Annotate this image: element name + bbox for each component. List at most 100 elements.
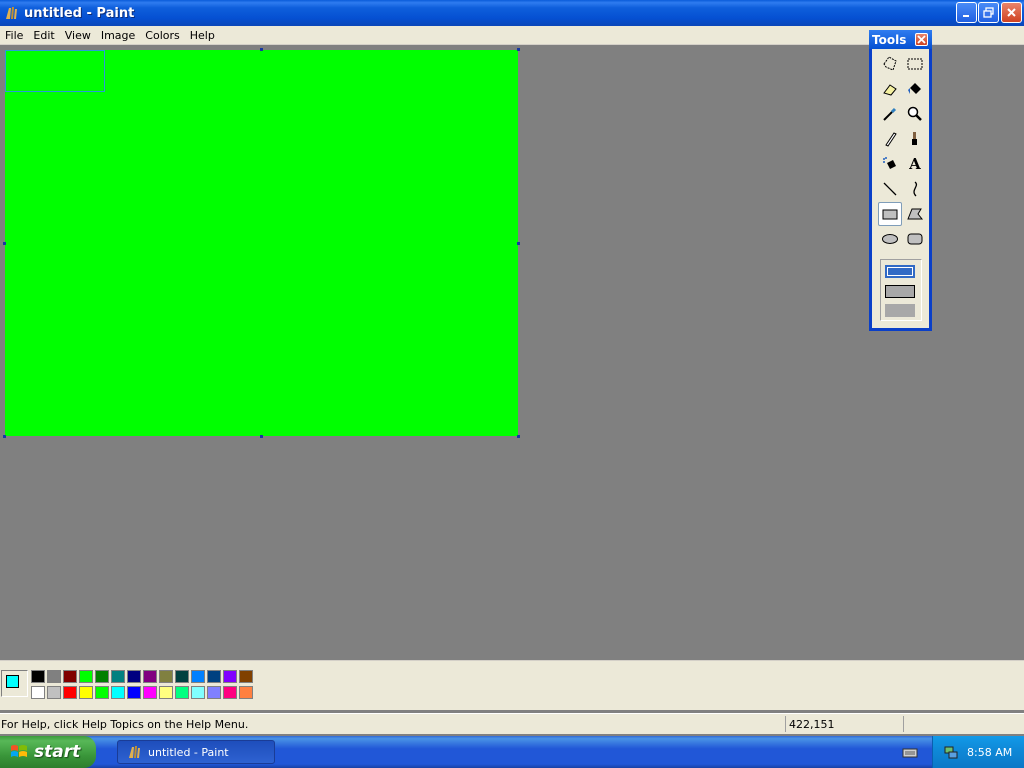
menu-image[interactable]: Image — [96, 29, 140, 42]
clock[interactable]: 8:58 AM — [967, 746, 1012, 759]
palette-swatch[interactable] — [223, 670, 237, 683]
free-form-select-tool[interactable] — [878, 52, 902, 76]
drawing-canvas[interactable] — [5, 50, 518, 436]
polygon-tool[interactable] — [903, 202, 927, 226]
status-divider — [785, 716, 786, 732]
palette-swatch[interactable] — [31, 686, 45, 699]
ellipse-tool[interactable] — [878, 227, 902, 251]
palette-swatch[interactable] — [159, 670, 173, 683]
drawn-rectangle — [5, 50, 105, 92]
menu-view[interactable]: View — [60, 29, 96, 42]
menu-edit[interactable]: Edit — [28, 29, 59, 42]
palette-swatch[interactable] — [47, 686, 61, 699]
resize-handle-right[interactable] — [517, 242, 520, 245]
resize-handle-right-top[interactable] — [517, 48, 520, 51]
taskbar-item-label: untitled - Paint — [148, 745, 229, 759]
select-icon — [907, 58, 923, 70]
keyboard-tray-icon[interactable] — [900, 744, 920, 760]
text-icon: A — [909, 155, 921, 173]
fill-icon — [908, 83, 921, 94]
airbrush-tool[interactable] — [878, 152, 902, 176]
status-help-text: For Help, click Help Topics on the Help … — [1, 718, 249, 731]
brush-tool[interactable] — [903, 127, 927, 151]
menu-colors[interactable]: Colors — [140, 29, 184, 42]
palette-swatch[interactable] — [207, 670, 221, 683]
pick-color-icon — [883, 107, 897, 121]
palette-swatch[interactable] — [79, 670, 93, 683]
rounded-rectangle-tool[interactable] — [903, 227, 927, 251]
palette-swatch[interactable] — [47, 670, 61, 683]
resize-handle-bottom[interactable] — [260, 435, 263, 438]
status-bar: For Help, click Help Topics on the Help … — [0, 713, 1024, 734]
palette-swatch[interactable] — [207, 686, 221, 699]
palette-swatch[interactable] — [143, 686, 157, 699]
palette-swatch[interactable] — [223, 686, 237, 699]
system-tray: 8:58 AM — [932, 736, 1024, 768]
tools-title-bar[interactable]: Tools — [869, 30, 932, 49]
start-button[interactable]: start — [0, 736, 96, 768]
minimize-icon — [963, 15, 969, 17]
palette-swatch[interactable] — [63, 686, 77, 699]
rectangle-tool[interactable] — [878, 202, 902, 226]
resize-handle-bottom-left[interactable] — [3, 435, 6, 438]
start-label: start — [34, 742, 81, 762]
menu-file[interactable]: File — [0, 29, 28, 42]
palette-swatch[interactable] — [175, 670, 189, 683]
palette-swatch[interactable] — [143, 670, 157, 683]
palette-swatch[interactable] — [127, 670, 141, 683]
paint-app-icon — [6, 7, 17, 19]
magnifier-tool[interactable] — [903, 102, 927, 126]
resize-handle-top[interactable] — [260, 48, 263, 51]
menu-help[interactable]: Help — [185, 29, 220, 42]
palette-swatch[interactable] — [111, 670, 125, 683]
resize-handle-left[interactable] — [3, 242, 6, 245]
select-tool[interactable] — [903, 52, 927, 76]
palette-swatch[interactable] — [191, 686, 205, 699]
fill-tool[interactable] — [903, 77, 927, 101]
text-tool[interactable]: A — [903, 152, 927, 176]
outline-only-option[interactable] — [885, 265, 915, 278]
palette-swatch[interactable] — [111, 686, 125, 699]
magnifier-icon — [907, 106, 922, 121]
restore-button[interactable] — [978, 2, 999, 23]
eraser-icon — [883, 84, 897, 96]
color-box — [0, 660, 1024, 710]
palette-swatch[interactable] — [175, 686, 189, 699]
fill-style-options — [880, 259, 922, 321]
network-icon[interactable] — [943, 744, 959, 760]
ellipse-icon — [882, 234, 898, 244]
palette-swatch[interactable] — [239, 686, 253, 699]
close-button[interactable] — [1001, 2, 1022, 23]
close-icon — [1007, 8, 1016, 17]
eraser-tool[interactable] — [878, 77, 902, 101]
palette-swatch[interactable] — [159, 686, 173, 699]
palette-swatch[interactable] — [31, 670, 45, 683]
palette-swatch[interactable] — [79, 686, 93, 699]
title-bar[interactable]: untitled - Paint — [0, 0, 1024, 26]
minimize-button[interactable] — [956, 2, 977, 23]
line-tool[interactable] — [878, 177, 902, 201]
close-icon — [917, 35, 926, 44]
curve-tool[interactable] — [903, 177, 927, 201]
line-icon — [883, 182, 897, 196]
foreground-color — [6, 675, 19, 688]
pick-color-tool[interactable] — [878, 102, 902, 126]
paint-app-icon — [129, 746, 140, 758]
tools-title: Tools — [872, 32, 907, 47]
fill-only-option[interactable] — [885, 304, 915, 317]
tools-close-button[interactable] — [915, 33, 928, 46]
palette-swatch[interactable] — [191, 670, 205, 683]
pencil-tool[interactable] — [878, 127, 902, 151]
palette-swatch[interactable] — [95, 686, 109, 699]
palette-swatch[interactable] — [239, 670, 253, 683]
current-colors — [1, 670, 28, 697]
palette-swatch[interactable] — [95, 670, 109, 683]
palette-swatch[interactable] — [127, 686, 141, 699]
taskbar: start untitled - Paint 8:58 AM — [0, 736, 1024, 768]
status-divider — [903, 716, 904, 732]
palette-swatch[interactable] — [63, 670, 77, 683]
resize-handle-bottom-right[interactable] — [517, 435, 520, 438]
taskbar-item-paint[interactable]: untitled - Paint — [117, 740, 275, 764]
tools-window: Tools A — [869, 30, 932, 331]
outline-and-fill-option[interactable] — [885, 285, 915, 298]
